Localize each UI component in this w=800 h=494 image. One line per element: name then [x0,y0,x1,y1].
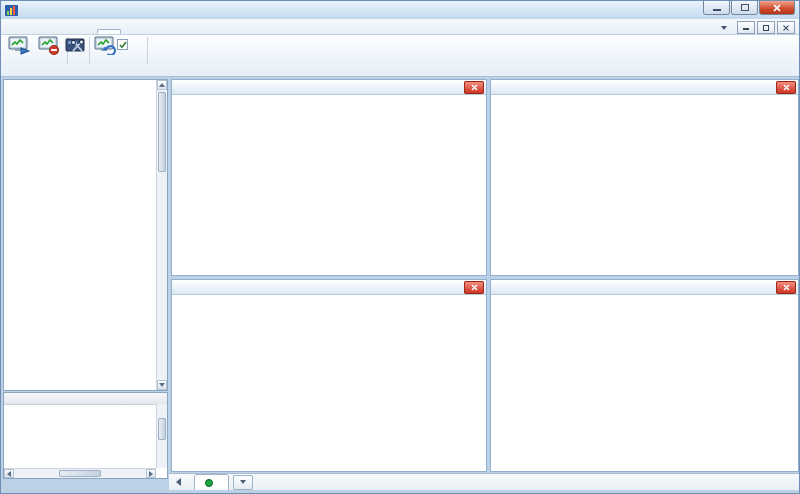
mdi-close-button[interactable] [777,21,795,34]
app-window [0,0,800,494]
tab-preview[interactable] [194,474,229,490]
panel-close-button[interactable] [776,281,796,294]
preview-tab-bar [169,473,799,490]
tab-tools[interactable] [121,29,145,34]
close-icon [471,284,478,291]
close-icon [783,25,789,31]
panel-vel-trend [171,79,487,276]
maximize-button[interactable] [731,1,758,15]
menu-bar [1,19,799,35]
table-vertical-scrollbar[interactable] [156,404,167,468]
minimize-icon [743,25,749,30]
values-table [3,392,168,479]
col-value[interactable] [110,393,148,404]
panel-header[interactable] [172,80,486,95]
close-icon [783,84,790,91]
acc-spec-chart[interactable] [491,294,798,471]
tree-vertical-scrollbar[interactable] [156,80,167,390]
close-button[interactable] [759,1,795,15]
vel-spec-chart[interactable] [172,294,486,471]
app-icon [5,5,18,16]
mdi-restore-button[interactable] [757,21,775,34]
ribbon [1,35,799,77]
ribbon-group-labels [1,65,799,75]
maximize-icon [741,4,749,11]
minimize-button[interactable] [703,1,730,15]
ribbon-separator [147,37,148,64]
panel-close-button[interactable] [776,81,796,94]
scroll-left-arrow[interactable] [4,469,14,478]
tab-help[interactable] [145,29,169,34]
scroll-down-arrow[interactable] [157,380,167,390]
panel-header[interactable] [172,280,486,295]
panel-header[interactable] [491,80,798,95]
tab-scroll-left-button[interactable] [171,476,186,489]
table-horizontal-scrollbar[interactable] [4,468,156,478]
auto-checkbox[interactable] [117,39,131,50]
tab-online[interactable] [97,29,121,34]
a3716-button[interactable] [61,36,91,56]
minimize-icon [713,5,721,11]
table-header [4,393,167,405]
scrollbar-thumb[interactable] [158,418,166,440]
title-bar [1,1,799,19]
col-datetime[interactable] [20,393,110,404]
stop-button[interactable] [34,36,64,56]
mdi-minimize-button[interactable] [737,21,755,34]
project-tree [3,79,168,391]
tab-list-dropdown-button[interactable] [233,475,253,490]
tab-graph[interactable] [25,29,49,34]
vel-trend-chart[interactable] [172,94,486,275]
content-area [1,78,799,493]
acc-trend-chart[interactable] [491,94,798,275]
panel-close-button[interactable] [464,81,484,94]
panel-acc-spec [490,279,799,472]
scroll-right-arrow[interactable] [146,469,156,478]
tab-route[interactable] [73,29,97,34]
scroll-up-arrow[interactable] [157,80,167,90]
chevron-down-icon[interactable] [721,26,727,30]
tree-rows [4,80,156,390]
monitor-start-icon [8,36,30,55]
panel-vel-spec [171,279,487,472]
col-number[interactable] [4,393,20,404]
checkbox-checked-icon [117,39,128,50]
close-icon [783,284,790,291]
scrollbar-thumb[interactable] [59,470,101,477]
monitor-stop-icon [38,36,60,55]
start-button[interactable] [4,36,34,56]
tab-tree[interactable] [1,29,25,34]
close-icon [471,84,478,91]
panel-close-button[interactable] [464,281,484,294]
close-icon [773,4,781,12]
col-alarm[interactable] [148,393,167,404]
scrollbar-thumb[interactable] [158,92,166,172]
unit-tools-icon [65,36,87,55]
restore-icon [763,25,769,31]
tab-report[interactable] [49,29,73,34]
monitor-refresh-icon [94,36,116,55]
status-dot-icon [205,479,213,487]
manual-button[interactable] [90,36,120,56]
panel-acc-trend [490,79,799,276]
panel-header[interactable] [491,280,798,295]
